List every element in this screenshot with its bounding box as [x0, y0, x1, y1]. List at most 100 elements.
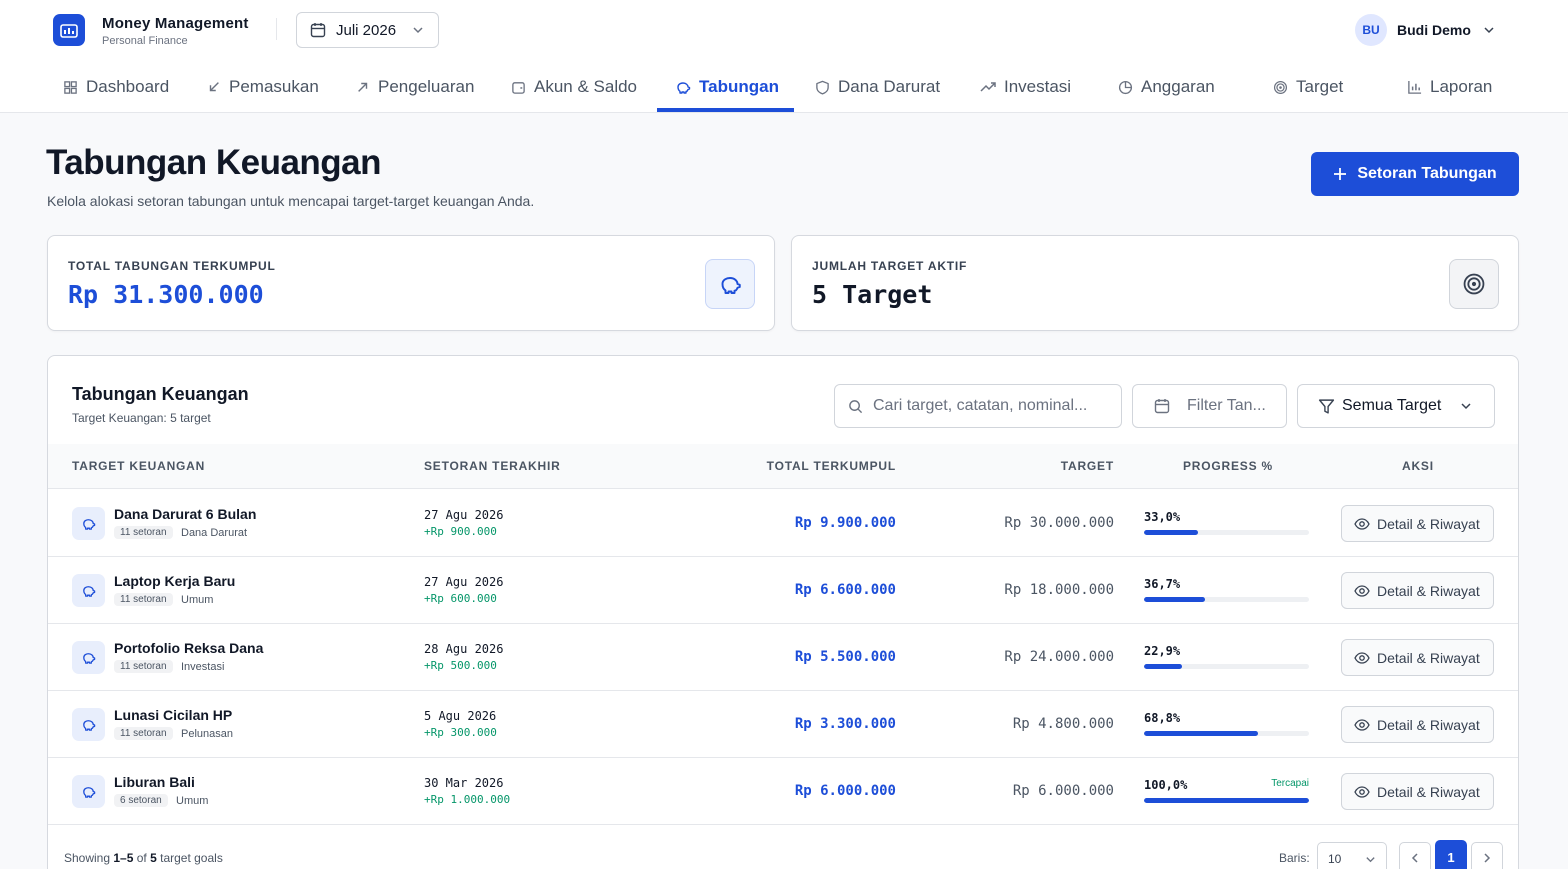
goal-target: Rp 6.000.000: [1012, 783, 1114, 799]
goal-target: Rp 24.000.000: [1004, 649, 1114, 665]
progress-bar-fill: [1144, 664, 1182, 669]
tab-laporan[interactable]: Laporan: [1407, 62, 1492, 112]
chevron-left-icon: [1411, 853, 1418, 863]
tab-label: Laporan: [1430, 77, 1493, 96]
last-deposit-amount: +Rp 500.000: [424, 659, 497, 672]
tab-dashboard[interactable]: Dashboard: [63, 62, 169, 112]
goal-target: Rp 30.000.000: [1004, 515, 1114, 531]
page-button-current[interactable]: 1: [1435, 840, 1467, 869]
goal-name: Portofolio Reksa Dana: [114, 640, 264, 656]
progress-bar: [1144, 664, 1309, 669]
page-title: Tabungan Keuangan: [46, 143, 382, 182]
progress-percent: 100,0%: [1144, 778, 1188, 792]
goal-icon: [72, 574, 105, 607]
rows-per-page-label: Baris:: [1279, 851, 1310, 865]
app-logo[interactable]: [53, 14, 85, 46]
progress-bar-fill: [1144, 731, 1258, 736]
next-page-button[interactable]: [1471, 842, 1503, 869]
eye-icon: [1354, 718, 1370, 731]
wallet-chart-icon: [60, 24, 78, 38]
table-row: Liburan Bali 6 setoran Umum 30 Mar 2026 +Rp …: [48, 758, 1518, 825]
col-progress: PROGRESS %: [1183, 459, 1274, 473]
tab-label: Target: [1296, 77, 1344, 96]
goal-target: Rp 18.000.000: [1004, 582, 1114, 598]
progress-bar-fill: [1144, 530, 1199, 535]
arrow-up-right-icon: [358, 82, 368, 92]
pagination-summary: Showing 1–5 of 5 target goals: [64, 851, 223, 865]
calendar-icon: [1154, 399, 1170, 414]
user-name[interactable]: Budi Demo: [1397, 22, 1471, 38]
app-title: Money Management: [102, 15, 249, 32]
summary-count: 5: [150, 851, 157, 865]
tab-investasi[interactable]: Investasi: [980, 62, 1071, 112]
progress-bar: [1144, 597, 1309, 602]
pie-chart-icon: [1118, 80, 1133, 94]
detail-history-label: Detail & Riwayat: [1377, 515, 1480, 532]
piggy-bank-icon: [83, 787, 96, 798]
goal-icon: [72, 775, 105, 808]
date-filter-label: Filter Tan...: [1187, 397, 1266, 414]
avatar[interactable]: BU: [1355, 14, 1387, 46]
deposit-count-badge: 11 setoran: [114, 593, 173, 606]
deposit-count-badge: 11 setoran: [114, 727, 173, 740]
bar-chart-icon: [1408, 80, 1422, 94]
search-input[interactable]: Cari target, catatan, nominal...: [834, 384, 1122, 428]
deposit-count-badge: 11 setoran: [114, 660, 173, 673]
main-nav: Dashboard Pemasukan Pengeluaran Akun & S…: [0, 62, 1568, 113]
col-target: TARGET KEUANGAN: [72, 459, 206, 473]
goal-target: Rp 4.800.000: [1012, 716, 1114, 732]
eye-icon: [1354, 785, 1370, 798]
col-total: TOTAL TERKUMPUL: [766, 459, 896, 473]
tab-akun-saldo[interactable]: Akun & Saldo: [511, 62, 637, 112]
goal-name: Dana Darurat 6 Bulan: [114, 506, 257, 522]
tab-anggaran[interactable]: Anggaran: [1118, 62, 1215, 112]
goal-name: Laptop Kerja Baru: [114, 573, 236, 589]
summary-of: of: [133, 851, 151, 865]
progress-bar: [1144, 798, 1309, 803]
detail-history-button[interactable]: Detail & Riwayat: [1341, 572, 1494, 609]
chevron-down-icon: [1366, 857, 1375, 863]
user-menu-chevron-icon[interactable]: [1483, 24, 1495, 36]
col-goal: TARGET: [1060, 459, 1114, 473]
goal-icon: [72, 641, 105, 674]
add-deposit-button[interactable]: Setoran Tabungan: [1311, 152, 1519, 196]
table-row: Dana Darurat 6 Bulan 11 setoran Dana Darur…: [48, 490, 1518, 557]
chevron-right-icon: [1484, 853, 1491, 863]
app-subtitle: Personal Finance: [102, 35, 188, 47]
summary-prefix: Showing: [64, 851, 114, 865]
page-subtitle: Kelola alokasi setoran tabungan untuk me…: [47, 193, 535, 209]
target-icon: [1273, 80, 1288, 94]
tab-label: Dashboard: [86, 77, 170, 96]
prev-page-button[interactable]: [1399, 842, 1431, 869]
goal-icon: [72, 507, 105, 540]
progress-percent: 36,7%: [1144, 577, 1181, 591]
total-collected: Rp 9.900.000: [794, 515, 896, 531]
table-row: Laptop Kerja Baru 11 setoran Umum 27 Agu 20…: [48, 557, 1518, 624]
date-filter[interactable]: Filter Tan...: [1132, 384, 1287, 428]
detail-history-button[interactable]: Detail & Riwayat: [1341, 505, 1494, 542]
tab-tabungan[interactable]: Tabungan: [675, 62, 779, 112]
tab-label: Dana Darurat: [838, 77, 941, 96]
goal-category: Investasi: [181, 661, 225, 673]
piggy-bank-icon: [83, 720, 96, 731]
last-deposit-date: 30 Mar 2026: [424, 776, 504, 790]
month-label: Juli 2026: [336, 21, 397, 39]
detail-history-button[interactable]: Detail & Riwayat: [1341, 706, 1494, 743]
rows-per-page-select[interactable]: 10: [1317, 842, 1387, 869]
tab-dana-darurat[interactable]: Dana Darurat: [815, 62, 940, 112]
target-type-select[interactable]: Semua Target: [1297, 384, 1495, 428]
active-targets-card: JUMLAH TARGET AKTIF 5 Target: [791, 235, 1519, 331]
detail-history-button[interactable]: Detail & Riwayat: [1341, 639, 1494, 676]
search-placeholder: Cari target, catatan, nominal...: [873, 397, 1088, 414]
arrow-down-left-icon: [209, 82, 219, 92]
goal-name: Lunasi Cicilan HP: [114, 707, 233, 723]
goal-category: Dana Darurat: [181, 527, 248, 539]
tab-target[interactable]: Target: [1273, 62, 1343, 112]
savings-stat-icon: [705, 259, 755, 309]
stat-label: JUMLAH TARGET AKTIF: [812, 259, 968, 273]
filter-icon: [1318, 398, 1335, 414]
tab-pengeluaran[interactable]: Pengeluaran: [356, 62, 474, 112]
detail-history-button[interactable]: Detail & Riwayat: [1341, 773, 1494, 810]
tab-pemasukan[interactable]: Pemasukan: [207, 62, 319, 112]
month-picker[interactable]: Juli 2026: [296, 12, 439, 48]
